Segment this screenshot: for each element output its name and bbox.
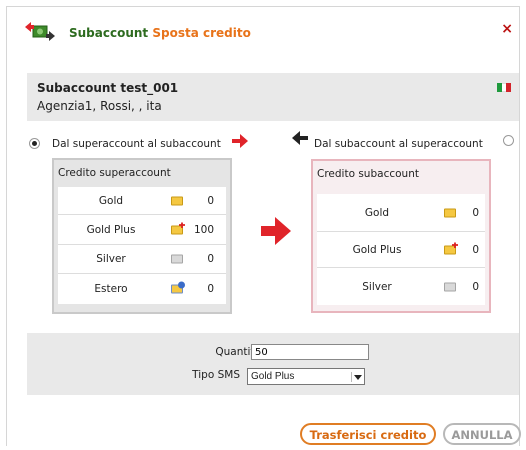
quantity-input[interactable] — [251, 344, 369, 360]
envelope-icon — [171, 196, 183, 205]
title-move-credit: Sposta credito — [152, 26, 251, 40]
credit-value: 0 — [472, 280, 479, 293]
super-credit-title: Credito superaccount — [58, 167, 171, 179]
italian-flag-icon — [497, 83, 512, 92]
dialog-window: Subaccount Sposta credito × Subaccount t… — [6, 6, 521, 446]
super-credit-list: Gold 0 Gold Plus 100 Silver 0 Estero 0 — [58, 187, 226, 304]
envelope-world-icon — [171, 281, 185, 294]
transfer-form: Quantità Tipo SMS Gold Plus — [27, 333, 519, 395]
list-item: Gold 0 — [317, 194, 485, 232]
sub-credit-title: Credito subaccount — [317, 168, 419, 180]
sub-credit-list: Gold 0 Gold Plus 0 Silver 0 — [317, 194, 485, 305]
envelope-icon — [444, 208, 456, 217]
list-item: Estero 0 — [58, 274, 226, 304]
list-item: Silver 0 — [58, 245, 226, 274]
sms-type-label: Tipo SMS — [192, 369, 240, 381]
credit-type-name: Gold Plus — [352, 243, 402, 256]
dialog-title: Subaccount Sposta credito — [69, 26, 251, 40]
envelope-plus-icon — [444, 245, 456, 254]
envelope-plus-icon — [171, 225, 183, 234]
arrow-right-small-icon — [232, 134, 248, 148]
transfer-credit-button[interactable]: Trasferisci credito — [300, 423, 436, 445]
credit-type-name: Gold Plus — [86, 223, 136, 236]
option-sub-to-super-label[interactable]: Dal subaccount al superaccount — [314, 138, 483, 150]
envelope-grey-icon — [444, 282, 456, 291]
sms-type-select[interactable]: Gold Plus — [247, 368, 365, 385]
list-item: Gold 0 — [58, 187, 226, 215]
credit-type-name: Silver — [362, 280, 392, 293]
radio-sub-to-super[interactable] — [503, 135, 514, 146]
money-transfer-icon — [25, 22, 55, 41]
option-super-to-sub-label[interactable]: Dal superaccount al subaccount — [52, 138, 221, 150]
credit-value: 0 — [472, 243, 479, 256]
account-name: Subaccount test_001 — [37, 81, 179, 95]
credit-type-name: Gold — [364, 206, 390, 219]
list-item: Gold Plus 100 — [58, 215, 226, 245]
sub-credit-panel: Credito subaccount Gold 0 Gold Plus 0 Si… — [311, 159, 491, 313]
credit-type-name: Gold — [98, 194, 124, 207]
quantity-label: Quantità — [215, 346, 261, 358]
credit-value: 100 — [193, 223, 214, 236]
credit-type-name: Silver — [96, 253, 126, 265]
credit-value: 0 — [207, 194, 214, 207]
transfer-direction-arrow-icon — [261, 217, 291, 245]
envelope-grey-icon — [171, 254, 183, 264]
account-details: Agenzia1, Rossi, , ita — [37, 99, 162, 113]
dialog-header: Subaccount Sposta credito × — [7, 7, 519, 53]
arrow-left-small-icon — [292, 131, 308, 145]
credit-value: 0 — [207, 253, 214, 265]
credit-value: 0 — [207, 283, 214, 295]
account-info-box: Subaccount test_001 Agenzia1, Rossi, , i… — [27, 73, 519, 121]
list-item: Silver 0 — [317, 268, 485, 305]
super-credit-panel: Credito superaccount Gold 0 Gold Plus 10… — [52, 158, 232, 314]
credit-type-name: Estero — [94, 283, 128, 295]
title-subaccount: Subaccount — [69, 26, 149, 40]
list-item: Gold Plus 0 — [317, 232, 485, 268]
chevron-down-icon[interactable] — [351, 372, 362, 382]
close-icon[interactable]: × — [501, 21, 513, 37]
credit-value: 0 — [472, 206, 479, 219]
radio-super-to-sub[interactable] — [29, 138, 40, 149]
cancel-button[interactable]: ANNULLA — [443, 423, 521, 445]
sms-type-selected-value: Gold Plus — [251, 371, 295, 382]
